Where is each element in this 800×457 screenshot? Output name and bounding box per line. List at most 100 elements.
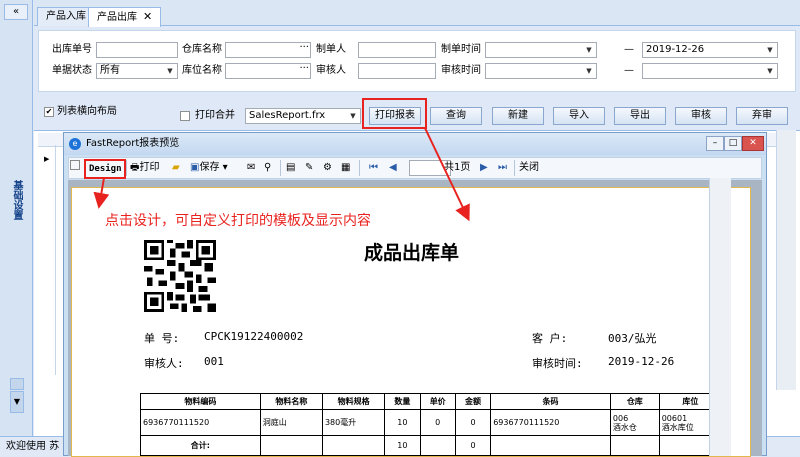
doc-status-label: 单据状态 bbox=[52, 65, 92, 76]
prev-page-icon[interactable]: ◀ bbox=[389, 160, 397, 176]
sidebar-collapse-button[interactable]: « bbox=[4, 4, 28, 20]
table-cell bbox=[609, 435, 660, 456]
outline-icon[interactable]: ▤ bbox=[286, 160, 295, 176]
chevron-down-icon[interactable]: ▼ bbox=[163, 64, 177, 78]
report-file-value: SalesReport.frx bbox=[249, 110, 326, 121]
grid-scrollbar[interactable] bbox=[776, 130, 796, 390]
table-cell bbox=[490, 435, 611, 456]
make-time-from-input[interactable]: ▼ bbox=[485, 42, 597, 58]
review-time-value: 2019-12-26 bbox=[608, 355, 675, 368]
print-label: 打印 bbox=[139, 162, 160, 173]
chevron-down-icon[interactable]: ▼ bbox=[582, 64, 596, 78]
outbound-no-input[interactable] bbox=[96, 42, 178, 58]
review-time-label: 审核时间 bbox=[441, 65, 481, 76]
customer-label: 客 户: bbox=[532, 332, 568, 345]
report-file-select[interactable]: SalesReport.frx ▼ bbox=[245, 108, 361, 124]
total-label: 合计: bbox=[140, 435, 261, 456]
customer-value: 003/弘光 bbox=[608, 332, 657, 345]
chevron-down-icon[interactable]: ▼ bbox=[582, 43, 596, 57]
first-page-icon[interactable]: ⏮ bbox=[369, 160, 378, 176]
chevron-down-icon[interactable]: ▼ bbox=[763, 64, 777, 78]
toolbar-separator bbox=[126, 160, 127, 176]
total-qty: 10 bbox=[384, 435, 421, 456]
review-time-from-input[interactable]: ▼ bbox=[485, 63, 597, 79]
table-row: 6936770111520 洞庭山 380毫升 10 0 0 693677011… bbox=[140, 409, 723, 436]
app-icon: e bbox=[69, 138, 81, 150]
email-icon[interactable]: ✉ bbox=[247, 160, 255, 176]
close-button[interactable]: 关闭 bbox=[519, 160, 539, 176]
grid-row-indicator: ▶ bbox=[38, 145, 56, 375]
column-header: 物料规格 bbox=[321, 393, 386, 410]
horizontal-layout-checkbox[interactable]: ✔ bbox=[44, 107, 54, 117]
date-to-value: 2019-12-26 bbox=[646, 44, 705, 55]
tab-product-inbound[interactable]: 产品入库 bbox=[37, 7, 95, 26]
print-button[interactable]: 🖶打印 bbox=[130, 160, 159, 176]
query-button[interactable]: 查询 bbox=[430, 107, 482, 125]
close-icon[interactable]: ✕ bbox=[143, 10, 152, 23]
ellipsis-icon[interactable]: ··· bbox=[299, 62, 309, 76]
import-button[interactable]: 导入 bbox=[553, 107, 605, 125]
location-input[interactable]: ··· bbox=[225, 63, 311, 79]
close-window-icon[interactable]: ✕ bbox=[742, 136, 764, 151]
qr-code-image bbox=[144, 240, 216, 312]
window-title: FastReport报表预览 bbox=[64, 133, 766, 155]
preview-area: 点击设计，可自定义打印的模板及显示内容 成品出库单 单 号: CPCK19122… bbox=[68, 180, 762, 457]
preview-scrollbar[interactable] bbox=[709, 178, 731, 456]
print-report-highlight bbox=[362, 98, 427, 129]
tab-label: 产品入库 bbox=[46, 11, 86, 22]
sidebar-scroll-thumb[interactable] bbox=[10, 378, 24, 390]
date-separator-2: — bbox=[624, 65, 634, 76]
maker-input[interactable] bbox=[358, 42, 436, 58]
table-cell bbox=[259, 435, 323, 456]
tab-product-outbound[interactable]: 产品出库 ✕ bbox=[88, 7, 162, 27]
make-time-to-input[interactable]: 2019-12-26 ▼ bbox=[642, 42, 778, 58]
column-header: 物料编码 bbox=[140, 393, 261, 410]
horizontal-layout-label: 列表横向布局 bbox=[57, 106, 117, 117]
table-cell: 10 bbox=[384, 409, 421, 436]
edit-page-icon[interactable]: ✎ bbox=[305, 160, 313, 176]
grip-icon bbox=[70, 160, 80, 170]
chevron-down-icon[interactable]: ▼ bbox=[346, 109, 360, 123]
detail-table: 物料编码 物料名称 物料规格 数量 单价 金额 条码 仓库 库位 6936770… bbox=[140, 393, 723, 456]
table-header-row: 物料编码 物料名称 物料规格 数量 单价 金额 条码 仓库 库位 bbox=[140, 393, 723, 410]
print-merge-checkbox[interactable] bbox=[180, 111, 190, 121]
new-button[interactable]: 新建 bbox=[492, 107, 544, 125]
export-button[interactable]: 导出 bbox=[614, 107, 666, 125]
maximize-icon[interactable]: □ bbox=[724, 136, 742, 151]
minimize-icon[interactable]: – bbox=[706, 136, 724, 151]
column-header: 金额 bbox=[454, 393, 492, 410]
save-button[interactable]: ▣保存 ▾ bbox=[190, 160, 228, 176]
report-title: 成品出库单 bbox=[364, 242, 460, 264]
search-form bbox=[38, 30, 796, 92]
watermark-icon[interactable]: ▦ bbox=[341, 160, 350, 176]
reviewer-label: 审核人: bbox=[144, 357, 184, 370]
page-setup-icon[interactable]: ⚙ bbox=[323, 160, 332, 176]
reviewer-label: 审核人 bbox=[316, 65, 346, 76]
toolbar-separator bbox=[514, 160, 515, 176]
review-time-to-input[interactable]: ▼ bbox=[642, 63, 778, 79]
table-cell bbox=[419, 435, 456, 456]
row-pointer-icon: ▶ bbox=[44, 155, 50, 163]
reviewer-value: 001 bbox=[204, 355, 224, 368]
make-time-label: 制单时间 bbox=[441, 44, 481, 55]
open-folder-icon[interactable]: ▰ bbox=[172, 160, 180, 176]
column-header: 数量 bbox=[384, 393, 421, 410]
sidebar-scroll-down-icon[interactable]: ▼ bbox=[10, 391, 24, 413]
reviewer-input[interactable] bbox=[358, 63, 436, 79]
review-button[interactable]: 审核 bbox=[675, 107, 727, 125]
last-page-icon[interactable]: ⏭ bbox=[498, 160, 507, 176]
ellipsis-icon[interactable]: ··· bbox=[299, 41, 309, 55]
total-amount: 0 bbox=[454, 435, 492, 456]
report-page: 点击设计，可自定义打印的模板及显示内容 成品出库单 单 号: CPCK19122… bbox=[71, 187, 751, 457]
doc-no-value: CPCK19122400002 bbox=[204, 330, 304, 343]
toolbar-separator bbox=[359, 160, 360, 176]
warehouse-input[interactable]: ··· bbox=[225, 42, 311, 58]
next-page-icon[interactable]: ▶ bbox=[480, 160, 488, 176]
chevron-down-icon[interactable]: ▼ bbox=[763, 43, 777, 57]
table-cell: 380毫升 bbox=[321, 409, 386, 436]
doc-status-select[interactable]: 所有 ▼ bbox=[96, 63, 178, 79]
abandon-button[interactable]: 弃审 bbox=[736, 107, 788, 125]
table-cell: 0 bbox=[454, 409, 492, 436]
find-icon[interactable]: ⚲ bbox=[264, 160, 271, 176]
sidebar-title[interactable]: 基础设置 bbox=[8, 180, 24, 220]
